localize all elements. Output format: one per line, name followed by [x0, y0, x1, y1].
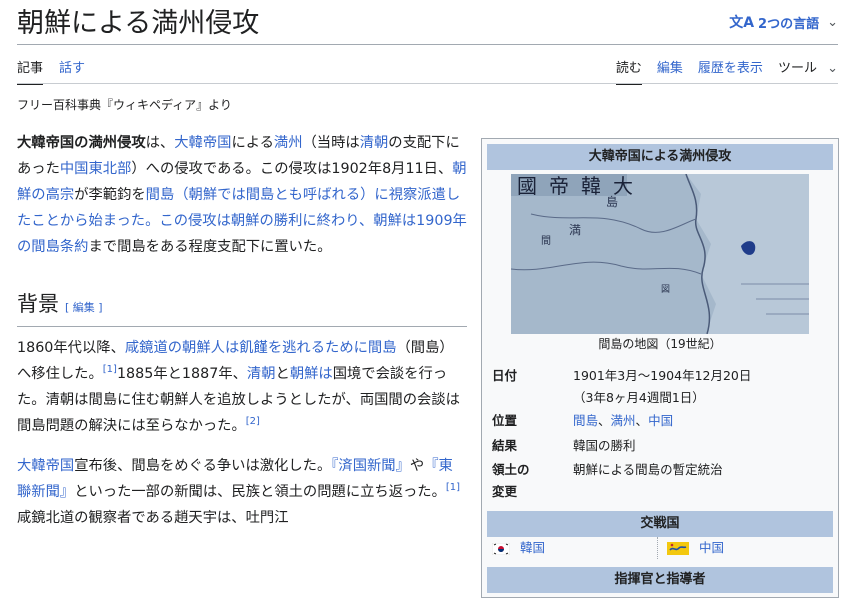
link-korean-empire[interactable]: 大韓帝国	[174, 135, 231, 151]
language-button[interactable]: 文A 2つの言語 ⌄	[729, 12, 838, 32]
row-date: 日付 1901年3月〜1904年12月20日 （3年8ヶ月4週間1日）	[492, 365, 832, 407]
section-heading-background: 背景 [ 編集 ]	[17, 288, 467, 327]
map-label: 満	[569, 223, 581, 237]
tab-tools[interactable]: ツール ⌄	[778, 57, 838, 83]
view-tabs: 読む 編集 履歴を表示 ツール ⌄	[615, 57, 838, 85]
text: は、	[145, 135, 175, 151]
citation-1[interactable]: [1]	[103, 364, 117, 375]
tab-talk[interactable]: 話す	[59, 57, 85, 85]
row-label: 日付	[492, 368, 518, 383]
row-label: 領土の変更	[492, 462, 530, 499]
chevron-down-icon: ⌄	[827, 14, 838, 30]
row-label: 結果	[492, 438, 518, 453]
date-range: 1901年3月〜1904年12月20日	[573, 368, 752, 383]
namespace-tabs: 記事 話す	[17, 57, 85, 85]
section-title: 背景	[17, 292, 59, 316]
text: ）への侵攻である。この侵攻は1902年8月11日、	[131, 161, 453, 177]
tab-edit[interactable]: 編集	[657, 57, 683, 83]
link-qing[interactable]: 清朝	[247, 366, 276, 382]
text: による	[231, 135, 274, 151]
row-value: 韓国の勝利	[573, 438, 636, 453]
link-northeast-china[interactable]: 中国東北部	[60, 161, 131, 177]
qing-dragon-flag-icon	[667, 542, 689, 555]
background-paragraph-1: 1860年代以降、咸鏡道の朝鮮人は飢饉を逃れるために間島（間島）へ移住した。[1…	[17, 335, 467, 439]
map-label: 島	[606, 194, 618, 209]
link-jeguk-sinmun[interactable]: 『済国新聞』	[331, 458, 410, 474]
link-gando[interactable]: 間島	[573, 413, 598, 428]
separator: 、	[635, 413, 649, 428]
side-korea: 韓国	[492, 537, 545, 559]
link-manchuria[interactable]: 満州	[611, 413, 636, 428]
citation-2[interactable]: [2]	[246, 416, 260, 427]
row-label: 位置	[492, 413, 518, 428]
tab-history[interactable]: 履歴を表示	[698, 57, 763, 83]
date-duration: （3年8ヶ月4週間1日）	[573, 390, 705, 405]
row-territory: 領土の変更 朝鮮による間島の暫定統治	[492, 459, 832, 503]
infobox: 大韓帝国による満州侵攻 國帝韓大 間 満 島 図 間島の地図（19世紀） 日付 …	[481, 138, 839, 598]
language-label: 2つの言語	[758, 16, 820, 32]
infobox-title: 大韓帝国による満州侵攻	[487, 144, 833, 170]
gando-map-image[interactable]: 國帝韓大 間 満 島 図	[511, 174, 809, 334]
site-tagline: フリー百科事典『ウィキペディア』より	[17, 98, 232, 112]
link-hamgyong[interactable]: 咸鏡道の朝鮮人は飢饉を逃れるために間島	[125, 340, 397, 356]
side-china: 中国	[667, 537, 724, 559]
column-divider	[657, 537, 658, 559]
map-label: 図	[661, 284, 670, 295]
edit-label: [ 編集 ]	[65, 301, 103, 314]
link-korean-empire[interactable]: 大韓帝国	[17, 458, 74, 474]
link-china[interactable]: 中国	[699, 540, 724, 555]
link-qing[interactable]: 清朝	[360, 135, 389, 151]
page-title: 朝鮮による満州侵攻	[17, 8, 260, 39]
tab-read[interactable]: 読む	[615, 57, 642, 85]
text: 1860年代以降、	[17, 340, 125, 356]
section-edit-link[interactable]: [ 編集 ]	[65, 301, 103, 314]
text: が李範鈞を	[74, 187, 146, 203]
tabs-divider	[17, 83, 838, 84]
text: 1885年と1887年、	[116, 366, 247, 382]
link-manchuria[interactable]: 満州	[274, 135, 303, 151]
citation-1[interactable]: [1]	[446, 482, 460, 493]
separator: 、	[598, 413, 611, 428]
map-title-text: 國帝韓大	[517, 174, 645, 198]
row-value: 間島、満州、中国	[573, 410, 673, 432]
tab-article[interactable]: 記事	[17, 57, 44, 85]
link-korea[interactable]: 韓国	[520, 540, 545, 555]
text: まで間島をある程度支配下に置いた。	[88, 239, 332, 255]
link-china[interactable]: 中国	[648, 413, 673, 428]
link-joseon[interactable]: 朝鮮は	[290, 366, 333, 382]
text: 宣布後、間島をめぐる争いは激化した。	[74, 458, 332, 474]
chevron-down-icon: ⌄	[827, 61, 838, 76]
lead-term: 大韓帝国の満州侵攻	[17, 135, 146, 151]
intro-paragraph: 大韓帝国の満州侵攻は、大韓帝国による満州（当時は清朝の支配下にあった中国東北部）…	[17, 130, 467, 260]
commanders-header: 指揮官と指導者	[487, 567, 833, 593]
text: と	[275, 366, 290, 382]
text: （当時は	[302, 135, 360, 151]
map-label: 間	[541, 235, 551, 247]
text: や	[409, 458, 425, 474]
text: 咸鏡北道の観察者である趙天宇は、吐門江	[17, 510, 289, 526]
title-divider	[17, 44, 838, 45]
row-value: 朝鮮による間島の暫定統治	[573, 462, 723, 477]
tools-label: ツール	[777, 61, 817, 76]
row-value: 1901年3月〜1904年12月20日 （3年8ヶ月4週間1日）	[573, 365, 751, 409]
article-body: 大韓帝国の満州侵攻は、大韓帝国による満州（当時は清朝の支配下にあった中国東北部）…	[17, 130, 467, 531]
translate-icon: 文A	[729, 15, 755, 31]
text: といった一部の新聞は、民族と領土の問題に立ち返った。	[74, 484, 446, 500]
korea-flag-icon	[492, 542, 510, 555]
map-caption: 間島の地図（19世紀）	[598, 337, 722, 351]
background-paragraph-2: 大韓帝国宣布後、間島をめぐる争いは激化した。『済国新聞』や『東聯新聞』といった一…	[17, 453, 467, 531]
belligerents-header: 交戦国	[487, 511, 833, 537]
